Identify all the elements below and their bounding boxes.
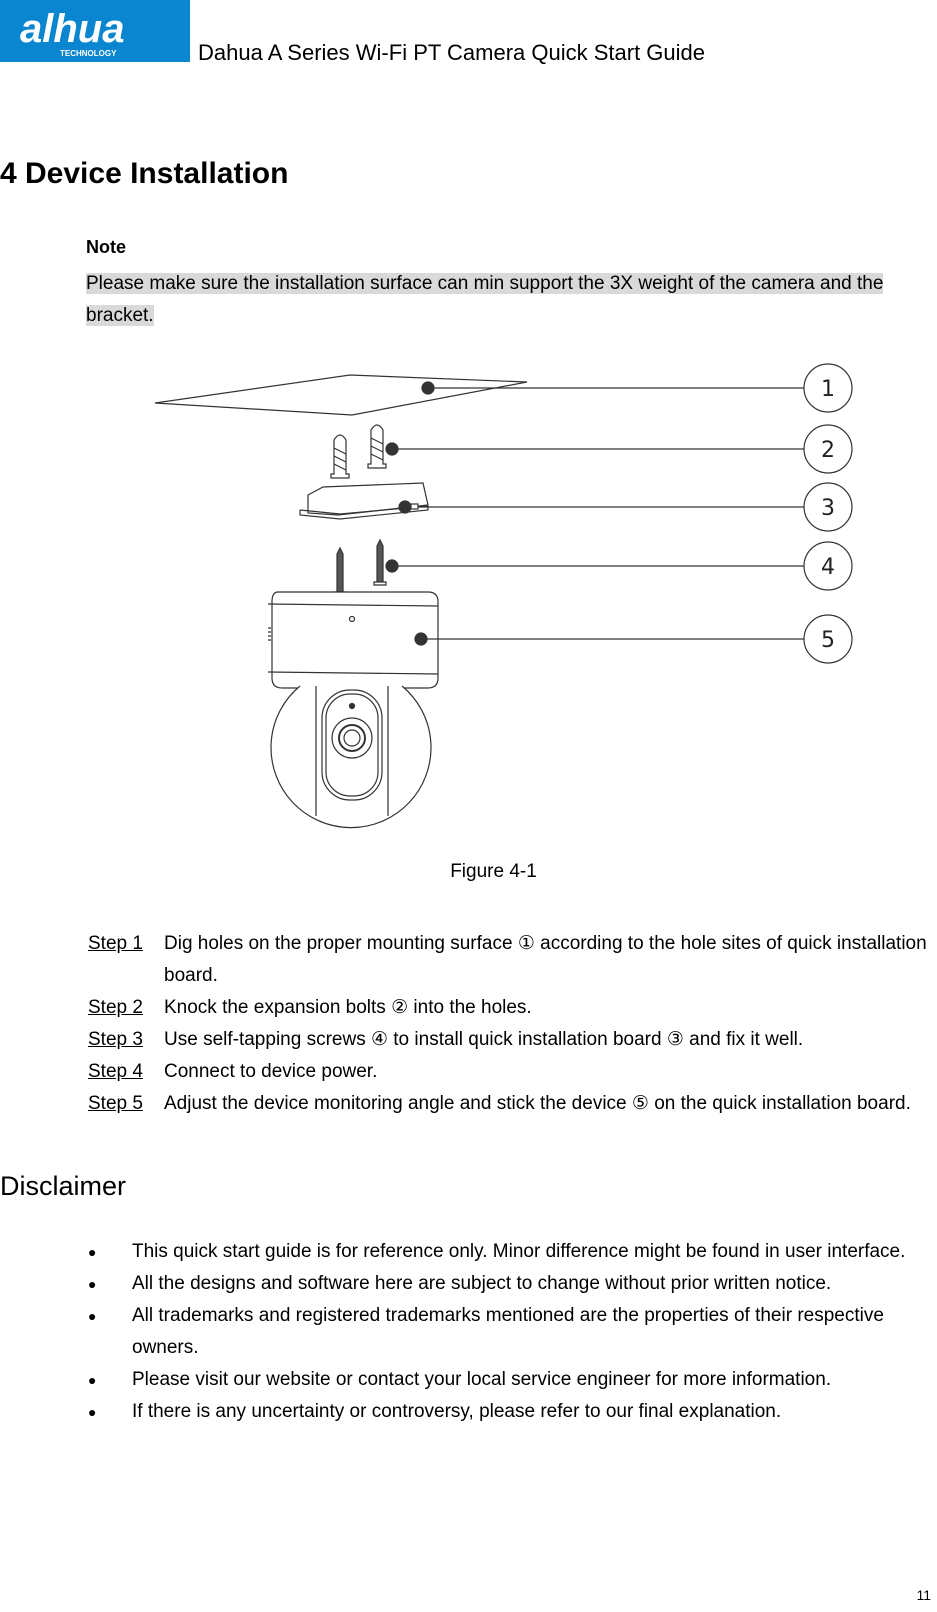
callout-dot-3 — [398, 500, 412, 514]
note-text-highlight: Please make sure the installation surfac… — [86, 273, 884, 326]
disclaimer-item: ● Please visit our website or contact yo… — [86, 1364, 937, 1396]
callout-3: 3 — [803, 482, 853, 532]
disclaimer-text: If there is any uncertainty or controver… — [132, 1401, 782, 1422]
step-label: Step 4 — [88, 1061, 143, 1082]
callout-number-3: 3 — [821, 496, 835, 521]
section-heading: 4 Device Installation — [0, 157, 289, 190]
step-text: Use self-tapping screws ④ to install qui… — [164, 1029, 804, 1050]
callout-4: 4 — [803, 541, 853, 591]
figure-caption: Figure 4-1 — [450, 861, 537, 882]
step-label: Step 2 — [88, 997, 143, 1018]
disclaimer-text: Please visit our website or contact your… — [132, 1369, 832, 1390]
disclaimer-text: All the designs and software here are su… — [132, 1273, 832, 1294]
logo-subtext: TECHNOLOGY — [60, 49, 117, 58]
document-title: Dahua A Series Wi-Fi PT Camera Quick Sta… — [198, 40, 705, 65]
callout-2: 2 — [803, 424, 853, 474]
step-label: Step 3 — [88, 1029, 143, 1050]
callout-number-4: 4 — [821, 555, 835, 580]
callout-dot-4 — [385, 559, 399, 573]
disclaimer-item: ● If there is any uncertainty or controv… — [86, 1396, 937, 1428]
bullet-icon: ● — [88, 1372, 97, 1388]
step-item: Step 5 Adjust the device monitoring angl… — [88, 1088, 937, 1120]
note-label: Note — [86, 237, 126, 257]
self-tapping-screws-illustration — [333, 538, 807, 596]
installation-board-illustration — [299, 482, 807, 520]
callout-dot-5 — [414, 632, 428, 646]
step-item: Step 1 Dig holes on the proper mounting … — [88, 928, 937, 992]
disclaimer-item: ● All trademarks and registered trademar… — [86, 1300, 937, 1364]
callout-dot-2 — [385, 442, 399, 456]
callout-dot-1 — [421, 381, 435, 395]
callout-1: 1 — [803, 363, 853, 413]
step-text: Adjust the device monitoring angle and s… — [164, 1093, 911, 1114]
bullet-icon: ● — [88, 1308, 97, 1324]
installation-steps: Step 1 Dig holes on the proper mounting … — [88, 928, 937, 1120]
bullet-icon: ● — [88, 1404, 97, 1420]
callout-number-5: 5 — [821, 628, 835, 653]
step-item: Step 4 Connect to device power. — [88, 1056, 937, 1088]
camera-device-illustration — [267, 591, 807, 829]
step-text: Knock the expansion bolts ② into the hol… — [164, 997, 532, 1018]
step-label: Step 1 — [88, 933, 143, 954]
step-text: Dig holes on the proper mounting surface… — [164, 933, 927, 986]
callout-number-2: 2 — [821, 438, 835, 463]
disclaimer-text: This quick start guide is for reference … — [132, 1241, 906, 1262]
expansion-bolts-illustration — [330, 424, 807, 479]
step-label: Step 5 — [88, 1093, 143, 1114]
disclaimer-item: ● All the designs and software here are … — [86, 1268, 937, 1300]
step-text: Connect to device power. — [164, 1061, 378, 1082]
callout-number-1: 1 — [821, 377, 835, 402]
installation-figure: 1 2 3 4 5 — [140, 360, 900, 850]
callout-5: 5 — [803, 614, 853, 664]
disclaimer-heading: Disclaimer — [0, 1171, 127, 1201]
mounting-surface-illustration — [154, 374, 807, 416]
step-item: Step 2 Knock the expansion bolts ② into … — [88, 992, 937, 1024]
dahua-logo: alhua TECHNOLOGY — [0, 0, 190, 62]
disclaimer-list: ● This quick start guide is for referenc… — [86, 1236, 937, 1428]
page-number: 11 — [916, 1587, 931, 1603]
bullet-icon: ● — [88, 1244, 97, 1260]
note-text: Please make sure the installation surfac… — [86, 268, 926, 332]
logo-wordmark: alhua — [20, 7, 124, 51]
bullet-icon: ● — [88, 1276, 97, 1292]
disclaimer-item: ● This quick start guide is for referenc… — [86, 1236, 937, 1268]
step-item: Step 3 Use self-tapping screws ④ to inst… — [88, 1024, 937, 1056]
disclaimer-text: All trademarks and registered trademarks… — [132, 1305, 884, 1358]
